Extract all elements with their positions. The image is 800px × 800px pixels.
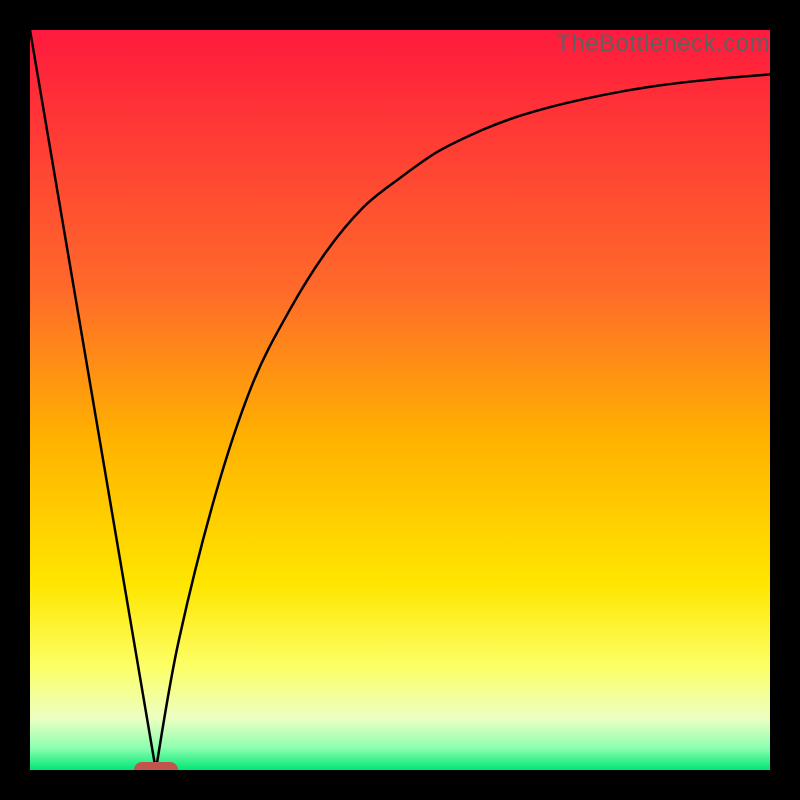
curve-left-segment xyxy=(30,30,156,770)
curve-layer xyxy=(30,30,770,770)
watermark-text: TheBottleneck.com xyxy=(556,30,770,58)
chart-frame: TheBottleneck.com xyxy=(0,0,800,800)
plot-area xyxy=(30,30,770,770)
curve-right-segment xyxy=(156,74,770,770)
minimum-marker xyxy=(134,762,178,770)
